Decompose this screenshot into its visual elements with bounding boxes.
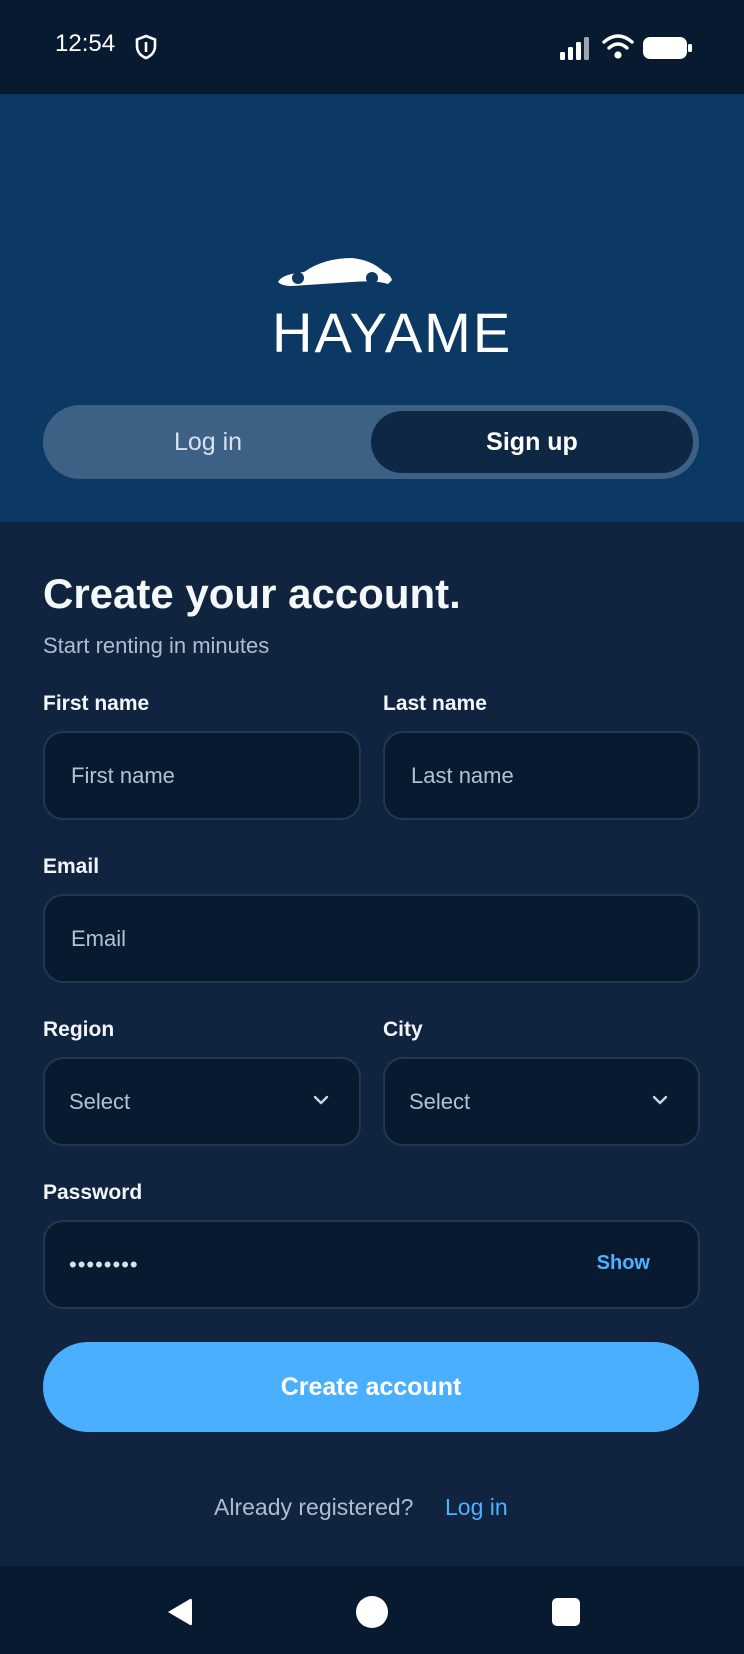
shield-icon	[135, 34, 157, 60]
brand-logo-text: HAYAME	[272, 301, 513, 364]
create-account-button[interactable]: Create account	[43, 1342, 699, 1432]
first-name-label: First name	[43, 692, 150, 715]
signal-icon	[560, 37, 589, 60]
chevron-down-icon	[313, 1095, 329, 1105]
status-time: 12:54	[55, 30, 116, 57]
first-name-input[interactable]	[69, 761, 359, 790]
chevron-down-icon	[652, 1095, 668, 1105]
back-icon[interactable]	[164, 1596, 194, 1628]
log-in-link[interactable]: Log in	[445, 1494, 508, 1521]
tab-sign-up[interactable]: Sign up	[371, 411, 693, 473]
last-name-input[interactable]	[409, 761, 698, 790]
city-label: City	[383, 1018, 423, 1041]
auth-tab-switch: Log in Sign up	[43, 405, 699, 479]
home-icon[interactable]	[356, 1596, 388, 1628]
password-input[interactable]: ••••••••	[69, 1252, 139, 1278]
email-input[interactable]	[69, 924, 698, 953]
email-label: Email	[43, 855, 100, 878]
city-select[interactable]: Select	[383, 1057, 700, 1146]
already-registered-text: Already registered?	[214, 1494, 414, 1520]
password-label: Password	[43, 1181, 143, 1204]
first-name-field[interactable]	[43, 731, 361, 820]
page-title: Create your account.	[43, 570, 461, 617]
battery-icon	[643, 37, 692, 59]
recent-apps-icon[interactable]	[552, 1598, 580, 1626]
region-select[interactable]: Select	[43, 1057, 361, 1146]
show-password-button[interactable]: Show	[597, 1252, 650, 1275]
last-name-label: Last name	[383, 692, 487, 715]
city-select-value: Select	[409, 1088, 471, 1114]
region-select-value: Select	[69, 1088, 131, 1114]
last-name-field[interactable]	[383, 731, 700, 820]
region-label: Region	[43, 1018, 115, 1041]
page-subtitle: Start renting in minutes	[43, 633, 270, 658]
password-field[interactable]: •••••••• Show	[43, 1220, 700, 1309]
tab-log-in[interactable]: Log in	[43, 405, 373, 479]
email-field[interactable]	[43, 894, 700, 983]
wifi-icon	[602, 34, 634, 59]
